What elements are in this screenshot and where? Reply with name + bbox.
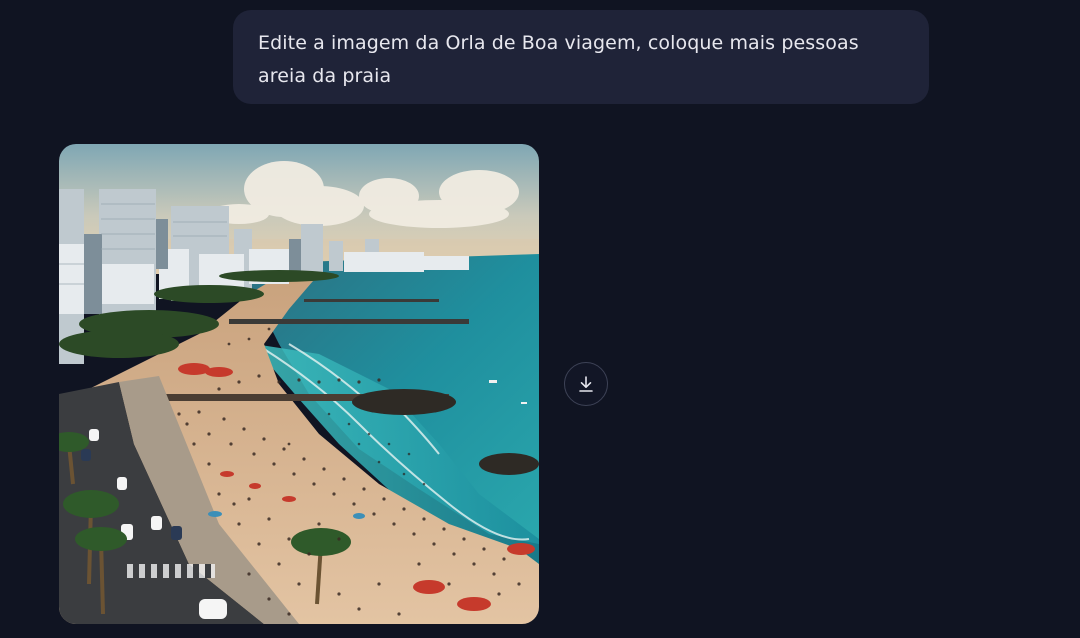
chat-page: Edite a imagem da Orla de Boa viagem, co…: [0, 0, 1080, 638]
generated-beach-image[interactable]: [59, 144, 539, 624]
download-button[interactable]: [564, 362, 608, 406]
user-message-text: Edite a imagem da Orla de Boa viagem, co…: [258, 32, 859, 87]
download-icon: [579, 376, 593, 392]
user-message-bubble: Edite a imagem da Orla de Boa viagem, co…: [233, 10, 929, 104]
beach-illustration: [59, 144, 539, 624]
